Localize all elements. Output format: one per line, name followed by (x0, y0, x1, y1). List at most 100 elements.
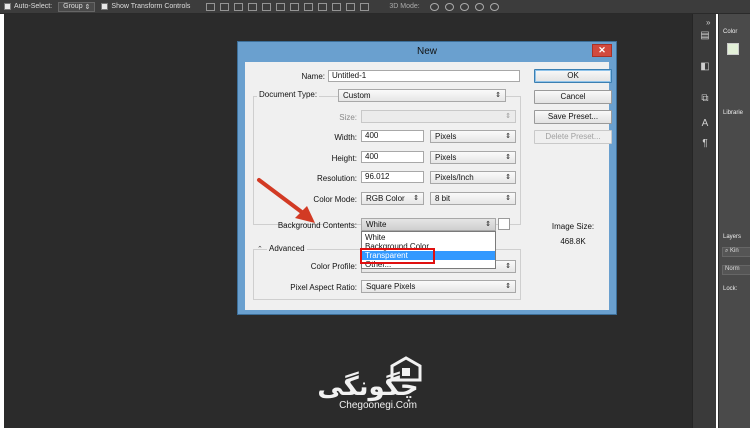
watermark-url-text: Chegoonegi.Com (339, 400, 417, 411)
document-type-value: Custom (343, 91, 371, 100)
panel-icon-strip: ▤ ◧ ⧉ A ¶ (692, 14, 716, 428)
scale-3d-icon[interactable] (489, 2, 499, 11)
auto-select-checkbox[interactable] (4, 3, 11, 10)
background-color-swatch[interactable] (498, 218, 510, 230)
color-profile-label: Color Profile: (310, 262, 357, 271)
distribute-center-icon[interactable] (346, 2, 356, 11)
save-preset-button[interactable]: Save Preset... (534, 110, 612, 124)
resolution-input[interactable]: 96.012 (361, 171, 424, 183)
background-contents-value: White (366, 220, 387, 229)
swatches-icon[interactable]: ⧉ (698, 91, 712, 105)
history-icon[interactable]: ▤ (698, 28, 712, 42)
resolution-unit-dropdown[interactable]: Pixels/Inch ⇕ (430, 171, 516, 184)
bit-depth-value: 8 bit (435, 194, 451, 203)
dropdown-arrow-icon: ⇕ (505, 133, 511, 140)
dropdown-arrow-icon: ⇕ (495, 92, 501, 99)
dropdown-arrow-icon: ⇕ (485, 221, 491, 228)
size-label: Size: (339, 113, 357, 122)
dropdown-arrow-icon: ⇕ (505, 263, 511, 270)
height-unit-value: Pixels (435, 153, 457, 162)
paragraph-icon[interactable]: ¶ (698, 136, 712, 150)
color-mode-value: RGB Color (366, 194, 405, 203)
distribute-middle-icon[interactable] (304, 2, 314, 11)
auto-select-dropdown[interactable]: Group ⇕ (58, 1, 96, 12)
resolution-unit-value: Pixels/Inch (435, 173, 474, 182)
layers-panel-label[interactable]: Layers (723, 234, 741, 240)
width-unit-dropdown[interactable]: Pixels ⇕ (430, 130, 516, 143)
align-middle-icon[interactable] (220, 2, 230, 11)
cancel-button[interactable]: Cancel (534, 90, 612, 104)
delete-preset-button: Delete Preset... (534, 130, 612, 144)
distribute-bottom-icon[interactable] (318, 2, 328, 11)
close-button[interactable]: ✕ (592, 44, 612, 57)
character-icon[interactable]: A (698, 116, 712, 130)
mode-3d-label: 3D Mode: (389, 3, 420, 10)
auto-select-group[interactable]: Auto-Select: (4, 3, 52, 10)
dropdown-arrow-icon: ⇕ (413, 195, 419, 202)
distribute-left-icon[interactable] (332, 2, 342, 11)
document-type-label: Document Type: (257, 90, 320, 99)
auto-select-value: Group (63, 3, 83, 10)
search-icon: ⌕ (725, 248, 729, 254)
image-size-value: 468.8K (560, 237, 586, 246)
height-label: Height: (331, 154, 357, 163)
align-left-icon[interactable] (248, 2, 258, 11)
width-input[interactable]: 400 (361, 130, 424, 142)
mode-3d-icons (429, 2, 499, 11)
align-icons (206, 2, 370, 11)
chevron-up-icon[interactable]: ⌃ (257, 245, 263, 253)
pixel-aspect-ratio-dropdown[interactable]: Square Pixels ⇕ (361, 280, 516, 293)
image-size-label: Image Size: (551, 222, 595, 231)
layer-kind-filter[interactable]: ⌕ Kin (722, 247, 750, 257)
align-bottom-icon[interactable] (234, 2, 244, 11)
pixel-aspect-ratio-label: Pixel Aspect Ratio: (290, 283, 357, 292)
options-bar: Auto-Select: Group ⇕ Show Transform Cont… (0, 0, 750, 14)
watermark-logo: چگونگی Chegoonegi.Com (288, 356, 448, 418)
ok-button[interactable]: OK (534, 69, 612, 83)
close-icon: ✕ (598, 45, 606, 55)
show-transform-checkbox[interactable] (101, 3, 109, 10)
document-type-dropdown[interactable]: Custom ⇕ (338, 89, 506, 102)
drag-3d-icon[interactable] (459, 2, 469, 11)
dropdown-arrow-icon: ⇕ (505, 283, 511, 290)
transparent-highlight-box (360, 248, 435, 264)
size-dropdown: ⇕ (361, 110, 516, 123)
distribute-right-icon[interactable] (360, 2, 370, 11)
height-input[interactable]: 400 (361, 151, 424, 163)
color-mode-dropdown[interactable]: RGB Color ⇕ (361, 192, 424, 205)
lock-label: Lock: (723, 286, 738, 292)
background-option-white[interactable]: White (362, 233, 495, 242)
dialog-titlebar[interactable]: New ✕ (238, 42, 616, 61)
dropdown-arrow-icon: ⇕ (505, 154, 511, 161)
blend-mode-dropdown[interactable]: Norm (722, 265, 750, 275)
advanced-label[interactable]: Advanced (267, 244, 307, 253)
align-top-icon[interactable] (206, 2, 216, 11)
properties-icon[interactable]: ◧ (698, 59, 712, 73)
blend-mode-value: Norm (725, 266, 740, 272)
align-center-icon[interactable] (262, 2, 272, 11)
show-transform-group[interactable]: Show Transform Controls (101, 3, 190, 10)
dialog-title: New (416, 46, 437, 57)
width-label: Width: (334, 133, 357, 142)
name-label: Name: (301, 72, 325, 81)
name-input[interactable]: Untitled-1 (328, 70, 520, 82)
dropdown-arrow-icon: ⇕ (505, 113, 511, 120)
foreground-color-swatch[interactable] (727, 43, 739, 55)
slide-3d-icon[interactable] (474, 2, 484, 11)
roll-3d-icon[interactable] (444, 2, 454, 11)
orbit-3d-icon[interactable] (429, 2, 439, 11)
annotation-arrow-icon (257, 178, 315, 223)
background-contents-dropdown[interactable]: White ⇕ (361, 218, 496, 231)
distribute-top-icon[interactable] (290, 2, 300, 11)
dropdown-arrow-icon: ⇕ (505, 174, 511, 181)
height-unit-dropdown[interactable]: Pixels ⇕ (430, 151, 516, 164)
dropdown-arrow-icon: ⇕ (505, 195, 511, 202)
width-unit-value: Pixels (435, 132, 457, 141)
libraries-panel-label[interactable]: Librarie (723, 110, 743, 116)
bit-depth-dropdown[interactable]: 8 bit ⇕ (430, 192, 516, 205)
pixel-aspect-ratio-value: Square Pixels (366, 282, 416, 291)
right-panel: Color Librarie Layers ⌕ Kin Norm Lock: (718, 14, 750, 428)
align-right-icon[interactable] (276, 2, 286, 11)
collapse-panels-icon[interactable]: » (706, 18, 710, 27)
color-panel-label[interactable]: Color (723, 29, 737, 35)
